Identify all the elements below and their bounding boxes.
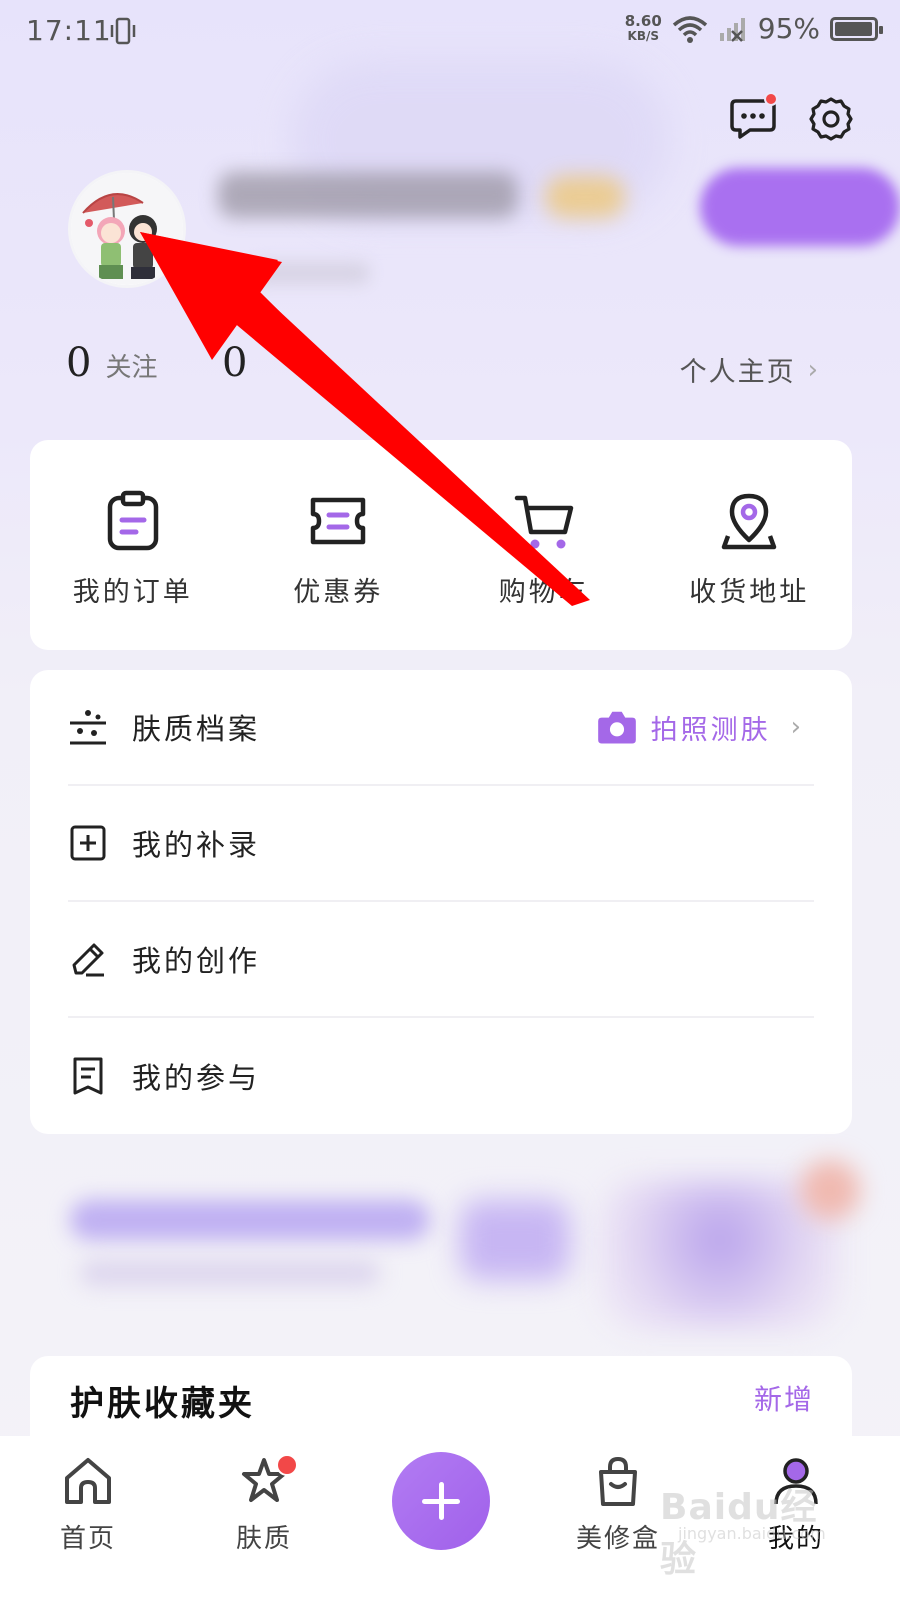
tab-skin-label: 肤质 — [235, 1524, 292, 1554]
following-label: 关注 — [105, 353, 158, 383]
menu-list-card: 肤质档案 拍照测肤 › 我的补录 我的创作 我的参与 — [30, 670, 852, 1134]
shopping-cart-button[interactable]: 购物车 — [441, 440, 647, 650]
battery-percent: 95% — [757, 12, 820, 45]
bookmark-list-icon — [73, 1057, 103, 1095]
member-button-blurred[interactable] — [700, 168, 900, 246]
home-icon — [65, 1458, 111, 1504]
shipping-address-button[interactable]: 收货地址 — [647, 440, 853, 650]
status-time: 17:11 — [26, 14, 112, 47]
chevron-right-icon: › — [790, 712, 804, 742]
coupon-ticket-icon — [311, 497, 366, 545]
location-pin-icon — [722, 493, 777, 550]
photo-skin-test-label: 拍照测肤 — [650, 714, 771, 746]
favorites-title: 护肤收藏夹 — [70, 1384, 255, 1424]
avatar-illustration — [71, 173, 183, 285]
tab-home[interactable]: 首页 — [28, 1454, 148, 1555]
camera-icon — [597, 711, 636, 744]
my-orders-label: 我的订单 — [72, 577, 193, 608]
pencil-icon — [72, 943, 104, 977]
coupons-button[interactable]: 优惠券 — [236, 440, 442, 650]
shipping-address-label: 收货地址 — [689, 577, 810, 608]
tab-skin-badge-dot — [276, 1454, 298, 1476]
followers-stat[interactable]: 0 — [222, 340, 247, 386]
vibrate-icon — [110, 17, 136, 45]
create-plus-button[interactable] — [392, 1452, 490, 1550]
add-square-icon — [70, 825, 106, 861]
skin-profile-label: 肤质档案 — [132, 712, 261, 746]
orders-card: 我的订单 优惠券 购物车 收货地址 — [30, 440, 852, 650]
following-count: 0 — [66, 340, 92, 386]
favorites-add-button[interactable]: 新增 — [754, 1378, 814, 1418]
wifi-icon — [672, 15, 707, 43]
shopping-cart-label: 购物车 — [498, 577, 589, 608]
personal-homepage-link[interactable]: 个人主页 › — [680, 350, 820, 389]
my-supplement-row[interactable]: 我的补录 — [68, 786, 814, 902]
my-orders-button[interactable]: 我的订单 — [30, 440, 236, 650]
promo-banner-blurred[interactable] — [40, 1160, 860, 1330]
username-blurred — [218, 172, 518, 218]
my-supplement-label: 我的补录 — [132, 828, 261, 862]
my-creations-row[interactable]: 我的创作 — [68, 902, 814, 1018]
following-stat[interactable]: 0 关注 — [66, 340, 157, 386]
skincare-favorites-card: 护肤收藏夹 新增 — [30, 1356, 852, 1446]
battery-icon — [830, 16, 883, 41]
status-bar: 17:11 8.60 KB/S 95% — [0, 0, 900, 64]
photo-skin-test-link[interactable]: 拍照测肤 › — [597, 707, 804, 747]
chevron-right-icon: › — [807, 354, 820, 385]
tab-skin[interactable]: 肤质 — [204, 1454, 324, 1555]
my-participation-row[interactable]: 我的参与 — [68, 1018, 814, 1134]
my-creations-label: 我的创作 — [132, 944, 261, 978]
watermark-sub: jingyan.baidu.com — [678, 1524, 826, 1543]
baidu-watermark: Baidu经验 jingyan.baidu.com — [660, 1478, 840, 1580]
homepage-label: 个人主页 — [679, 357, 796, 388]
my-participation-label: 我的参与 — [132, 1061, 261, 1095]
user-subtitle-blurred — [250, 262, 370, 284]
level-badge-blurred — [545, 176, 625, 218]
gear-icon — [809, 97, 853, 141]
skin-profile-row[interactable]: 肤质档案 拍照测肤 › — [68, 670, 814, 786]
coupons-label: 优惠券 — [293, 577, 384, 608]
message-button[interactable] — [730, 92, 778, 139]
settings-button[interactable] — [808, 96, 854, 146]
shopping-cart-icon — [514, 495, 573, 549]
order-clipboard-icon — [107, 490, 158, 551]
message-badge-dot — [764, 92, 778, 106]
signal-icon — [719, 17, 745, 42]
followers-count: 0 — [222, 340, 248, 386]
tab-home-label: 首页 — [59, 1524, 116, 1554]
network-speed: 8.60 KB/S — [624, 11, 662, 43]
shopping-bag-icon — [599, 1456, 637, 1506]
tab-beauty-box-label: 美修盒 — [575, 1524, 660, 1554]
avatar[interactable] — [68, 170, 186, 288]
skin-profile-icon — [70, 710, 106, 745]
